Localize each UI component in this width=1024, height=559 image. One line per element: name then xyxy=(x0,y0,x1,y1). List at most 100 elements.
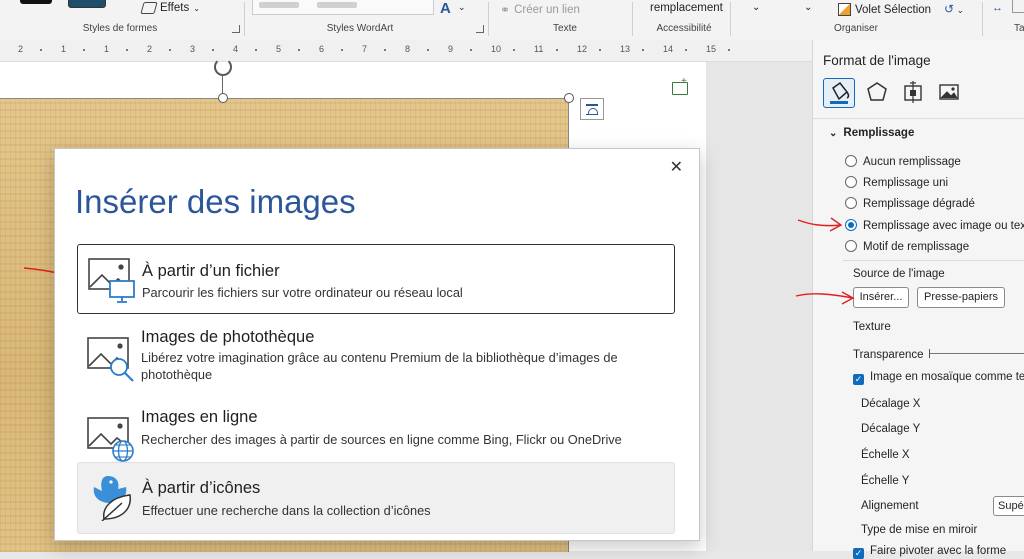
picture-globe-icon xyxy=(87,417,134,462)
radio-motif-remplissage[interactable]: Motif de remplissage xyxy=(845,240,969,253)
ruler-tick-label: 1 xyxy=(61,44,67,54)
dialog-title: Insérer des images xyxy=(75,183,356,220)
ruler-tick-label: 8 xyxy=(405,44,411,54)
bird-leaf-icon xyxy=(93,476,131,521)
size-input-partial[interactable] xyxy=(1012,0,1024,13)
ruler-tick-label: 3 xyxy=(190,44,196,54)
ruler-tick-dot xyxy=(598,49,601,51)
pivoter-checkbox[interactable]: ✓ Faire pivoter avec la forme xyxy=(853,545,1006,559)
option-stock-images[interactable]: Images de photothèque Libérez votre imag… xyxy=(77,324,673,392)
fill-line-tab[interactable] xyxy=(823,78,855,108)
transparence-slider[interactable] xyxy=(929,349,1024,358)
ruler-tick-dot xyxy=(211,49,214,51)
size-properties-tab[interactable] xyxy=(899,78,927,106)
source-image-label: Source de l'image xyxy=(853,268,945,280)
rotate-handle-icon[interactable] xyxy=(214,58,232,76)
new-comment-icon[interactable]: + xyxy=(672,76,688,95)
ruler-tick-label: 1 xyxy=(104,44,110,54)
ribbon: Effets ⌄ Styles de formes A ⌄ Styles Wor… xyxy=(0,0,1024,41)
option-from-file[interactable]: À partir d’un fichier Parcourir les fich… xyxy=(77,244,675,314)
radio-remplissage-degrade[interactable]: Remplissage dégradé xyxy=(845,197,975,210)
picture-search-icon xyxy=(87,337,134,382)
wordart-sample-1[interactable] xyxy=(259,2,299,8)
ruler-tick-dot xyxy=(297,49,300,51)
wordart-launcher-icon[interactable] xyxy=(476,25,484,33)
option-description: Libérez votre imagination grâce au conte… xyxy=(141,350,618,382)
horizontal-ruler[interactable]: 2 1 1 2 3 4 5 6 7 8 9 10 11 12 13 14 15 xyxy=(0,40,812,62)
ruler-tick-dot xyxy=(426,49,429,51)
picture-computer-icon xyxy=(88,258,135,303)
selection-pane-icon xyxy=(838,3,851,16)
ruler-tick-label: 5 xyxy=(276,44,282,54)
separator xyxy=(730,2,731,36)
chevron-down-icon[interactable]: ⌄ xyxy=(458,2,466,13)
layout-options-icon[interactable] xyxy=(580,98,604,120)
pentagon-icon xyxy=(867,82,887,101)
rotate-icon[interactable]: ↺ ⌄ xyxy=(944,2,964,16)
ruler-tick-dot xyxy=(340,49,343,51)
decalage-x-label: Décalage X xyxy=(861,398,921,410)
ruler-tick-label: 6 xyxy=(319,44,325,54)
shape-style-swatch-teal[interactable] xyxy=(68,0,106,8)
ruler-tick-dot xyxy=(727,49,730,51)
option-description: Rechercher des images à partir de source… xyxy=(141,432,622,447)
radio-remplissage-image[interactable]: Remplissage avec image ou texture xyxy=(845,219,1024,232)
effets-button[interactable]: Effets ⌄ xyxy=(140,2,200,14)
ruler-tick-label: 11 xyxy=(534,44,544,54)
ruler-tick-dot xyxy=(641,49,644,51)
separator xyxy=(488,2,489,36)
ruler-ticks: 2 1 1 2 3 4 5 6 7 8 9 10 11 12 13 14 15 xyxy=(0,44,812,58)
radio-button[interactable] xyxy=(845,197,857,209)
wordart-sample-2[interactable] xyxy=(317,2,357,8)
separator xyxy=(632,2,633,36)
checkmark-icon[interactable]: ✓ xyxy=(853,374,864,385)
inserer-button[interactable]: Insérer... xyxy=(853,287,909,308)
radio-button[interactable] xyxy=(845,155,857,167)
resize-handle-top[interactable] xyxy=(218,93,228,103)
option-icons[interactable]: À partir d’icônes Effectuer une recherch… xyxy=(77,462,675,534)
mosaique-checkbox[interactable]: ✓Image en mosaïque comme texture xyxy=(853,371,1024,385)
option-title: À partir d’icônes xyxy=(142,479,261,497)
radio-button[interactable] xyxy=(845,240,857,252)
text-fill-icon[interactable]: A xyxy=(440,0,451,17)
slider-thumb[interactable] xyxy=(929,349,930,358)
wordart-gallery[interactable] xyxy=(252,0,434,15)
ruler-tick-label: 14 xyxy=(663,44,674,54)
pane-title: Format de l'image xyxy=(823,53,931,68)
group-label-styles-wordart: Styles WordArt xyxy=(326,23,394,34)
picture-tab[interactable] xyxy=(935,78,963,106)
ruler-tick-dot xyxy=(39,49,42,51)
effects-icon xyxy=(140,2,158,14)
alignement-select[interactable]: Supé xyxy=(993,496,1024,516)
radio-button[interactable] xyxy=(845,176,857,188)
red-annotation-arrow xyxy=(797,217,843,232)
checkmark-icon[interactable]: ✓ xyxy=(853,548,864,559)
texte-remplacement-button[interactable]: remplacement xyxy=(650,2,723,14)
shape-style-swatch-dark[interactable] xyxy=(20,0,52,4)
creer-lien-button[interactable]: ⚭ Créer un lien xyxy=(500,3,580,17)
styles-formes-launcher-icon[interactable] xyxy=(232,25,240,33)
group-label-styles-formes: Styles de formes xyxy=(82,23,158,34)
option-online-images[interactable]: Images en ligne Rechercher des images à … xyxy=(77,404,673,462)
width-icon[interactable]: ↔ xyxy=(992,2,1003,14)
chevron-down-icon[interactable]: ⌄ xyxy=(804,2,812,13)
pane-divider xyxy=(813,118,1024,119)
group-label-organiser: Organiser xyxy=(834,23,878,34)
volet-selection-button[interactable]: Volet Sélection xyxy=(838,3,931,16)
section-remplissage[interactable]: ⌄ Remplissage xyxy=(829,127,914,139)
presse-papiers-button[interactable]: Presse-papiers xyxy=(917,287,1005,308)
miroir-label: Type de mise en miroir xyxy=(861,524,978,536)
resize-handle-top-right[interactable] xyxy=(564,93,574,103)
radio-remplissage-uni[interactable]: Remplissage uni xyxy=(845,176,948,189)
ruler-tick-dot xyxy=(125,49,128,51)
ruler-tick-label: 13 xyxy=(620,44,631,54)
chevron-down-icon: ⌄ xyxy=(193,3,200,13)
group-label-taille: Ta xyxy=(1014,23,1024,34)
chevron-down-icon[interactable]: ⌄ xyxy=(752,2,760,13)
close-icon[interactable]: ✕ xyxy=(670,157,683,177)
radio-aucun-remplissage[interactable]: Aucun remplissage xyxy=(845,155,961,168)
ruler-tick-label: 2 xyxy=(18,44,24,54)
effects-tab[interactable] xyxy=(863,78,891,106)
option-description: Parcourir les fichiers sur votre ordinat… xyxy=(142,285,463,300)
ruler-tick-dot xyxy=(512,49,515,51)
